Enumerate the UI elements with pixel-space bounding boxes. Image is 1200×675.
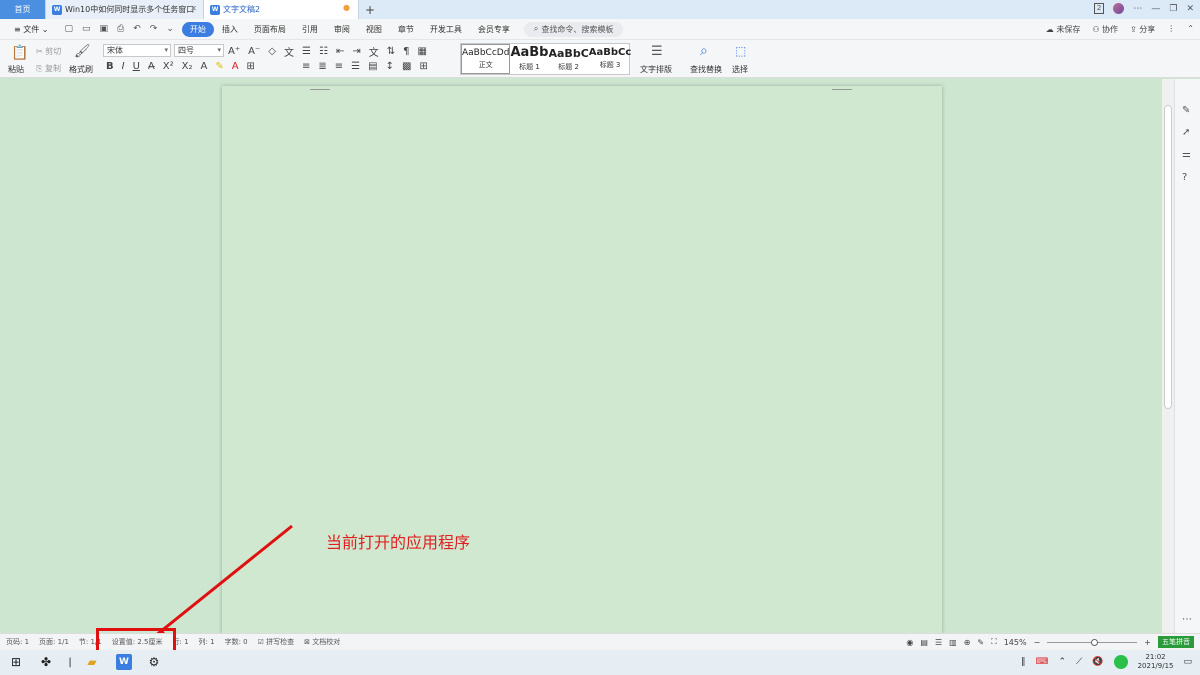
tray-divider-icon: ‖ — [1021, 657, 1026, 667]
proofread-label: 文档校对 — [312, 638, 341, 646]
spell-check-button[interactable]: ☑ 拼写检查 — [258, 637, 295, 647]
fit-icon[interactable]: ⛶ — [991, 637, 997, 647]
status-words: 字数: 0 — [224, 638, 248, 646]
zoom-slider-knob[interactable] — [1091, 638, 1099, 646]
windows-start-icon[interactable]: ⊞ — [8, 654, 24, 670]
page-view-icon[interactable]: ▤ — [920, 638, 928, 647]
zoom-in-icon[interactable]: + — [1144, 638, 1151, 647]
ime-indicator[interactable]: 五笔拼音 — [1158, 636, 1194, 648]
file-explorer-icon[interactable]: ▰ — [84, 654, 100, 670]
task-divider-icon: | — [68, 656, 72, 668]
zoom-slider[interactable] — [1047, 638, 1138, 646]
system-tray: ‖ ⌨ ⌃ ⟋ 🔇 21:02 2021/9/15 ▭ — [1021, 653, 1192, 671]
clock-date: 2021/9/15 — [1137, 662, 1174, 670]
app-launcher-icon[interactable]: ✤ — [38, 654, 54, 670]
network-icon[interactable]: ⟋ — [1076, 657, 1082, 667]
eye-protection-icon[interactable]: ◉ — [906, 638, 913, 647]
zoom-level[interactable]: 145% — [1004, 638, 1027, 647]
settings-gear-icon[interactable]: ⚙ — [146, 654, 162, 670]
wechat-icon[interactable] — [1113, 655, 1128, 669]
status-pages: 页面: 1/1 — [39, 638, 69, 646]
status-right: ◉ ▤ ☰ ▥ ⊕ ✎ ⛶ 145% − + 五笔拼音 — [906, 636, 1194, 648]
status-page: 页码: 1 — [6, 638, 30, 646]
spell-check-label: 拼写检查 — [266, 638, 295, 646]
proofread-button[interactable]: ⊠ 文档校对 — [304, 637, 340, 647]
write-mode-icon[interactable]: ✎ — [977, 638, 984, 647]
notification-icon[interactable]: ▭ — [1183, 657, 1192, 667]
annotation-arrow — [146, 524, 293, 644]
clock-time: 21:02 — [1145, 653, 1166, 661]
web-view-icon[interactable]: ⊕ — [964, 638, 971, 647]
outline-view-icon[interactable]: ☰ — [935, 638, 942, 647]
taskbar: ⊞ ✤ | ▰ W ⚙ ‖ ⌨ ⌃ ⟋ 🔇 21:02 2021/9/15 ▭ — [0, 650, 1200, 675]
zoom-out-icon[interactable]: − — [1034, 638, 1041, 647]
volume-mute-icon[interactable]: 🔇 — [1092, 657, 1103, 667]
input-method-icon[interactable]: ⌨ — [1036, 657, 1049, 667]
read-view-icon[interactable]: ▥ — [949, 638, 957, 647]
status-col: 列: 1 — [198, 638, 215, 646]
wps-app-icon[interactable]: W — [116, 654, 132, 670]
clock[interactable]: 21:02 2021/9/15 — [1138, 653, 1174, 671]
status-bar: 页码: 1 页面: 1/1 节: 1/1 设置值: 2.5厘米 行: 1 列: … — [0, 633, 1200, 650]
show-hidden-icons-icon[interactable]: ⌃ — [1059, 657, 1067, 667]
